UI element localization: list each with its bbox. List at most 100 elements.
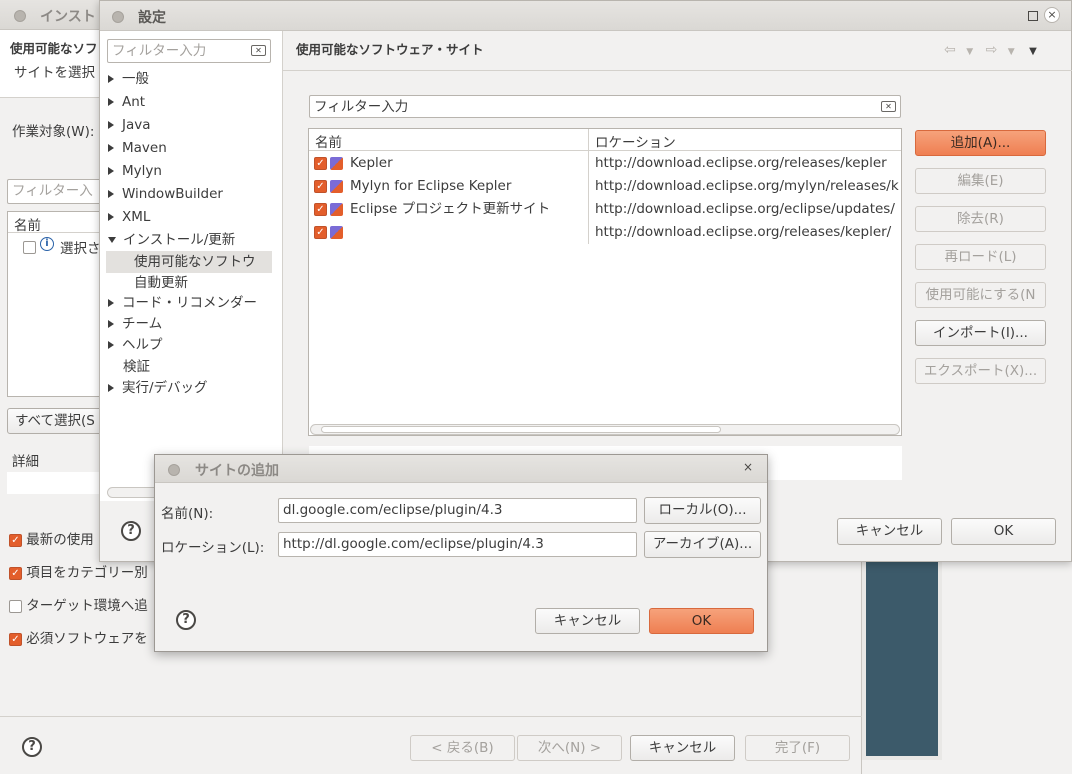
add-site-cancel-button[interactable]: キャンセル	[535, 608, 640, 634]
expand-arrow-icon[interactable]	[108, 121, 114, 129]
tree-item-code-recommenders[interactable]: コード・リコメンダー	[108, 292, 257, 314]
table-row[interactable]: ✓ http://download.eclipse.org/releases/k…	[310, 221, 900, 244]
option-row[interactable]: ✓ 項目をカテゴリー別	[9, 561, 148, 581]
install-filter-input[interactable]: フィルター入	[7, 179, 107, 204]
install-heading: 使用可能なソフ	[10, 41, 98, 56]
settings-page-title: 使用可能なソフトウェア・サイト	[296, 42, 484, 57]
expand-arrow-icon[interactable]	[108, 320, 114, 328]
site-name-input[interactable]: dl.google.com/eclipse/plugin/4.3	[278, 498, 637, 523]
settings-help-icon[interactable]: ?	[121, 521, 141, 541]
tree-item-run-debug[interactable]: 実行/デバッグ	[108, 377, 208, 399]
tree-item-available-software[interactable]: 使用可能なソフトウ	[106, 251, 272, 273]
tree-item-general[interactable]: 一般	[108, 68, 149, 90]
back-arrow-icon[interactable]: ⇦	[944, 42, 956, 58]
option-row[interactable]: ✓ ターゲット環境へ追	[9, 594, 148, 614]
remove-site-button[interactable]: 除去(R)	[915, 206, 1046, 232]
tree-item-xml[interactable]: XML	[108, 206, 150, 228]
add-site-button[interactable]: 追加(A)...	[915, 130, 1046, 156]
settings-close-dot-icon[interactable]	[112, 9, 124, 25]
details-label: 詳細	[12, 454, 39, 470]
table-row[interactable]: ✓ Eclipse プロジェクト更新サイト http://download.ec…	[310, 198, 900, 221]
tree-item-windowbuilder[interactable]: WindowBuilder	[108, 183, 223, 205]
add-site-title: サイトの追加	[195, 463, 279, 479]
finish-button[interactable]: 完了(F)	[745, 735, 850, 761]
expand-arrow-icon[interactable]	[108, 384, 114, 392]
site-enabled-checkbox[interactable]: ✓	[314, 179, 327, 193]
close-icon[interactable]: ×	[1044, 7, 1060, 23]
update-site-icon	[330, 225, 343, 239]
name-label: 名前(N):	[161, 506, 214, 522]
clear-filter-icon[interactable]: ✕	[251, 45, 266, 56]
expand-arrow-icon[interactable]	[108, 299, 114, 307]
expand-arrow-icon[interactable]	[108, 144, 114, 152]
tree-item-mylyn[interactable]: Mylyn	[108, 160, 162, 182]
local-button[interactable]: ローカル(O)...	[644, 497, 761, 524]
install-subheading: サイトを選択	[14, 65, 95, 81]
dialog-close-icon[interactable]: ×	[743, 460, 753, 474]
back-button[interactable]: < 戻る(B)	[410, 735, 515, 761]
install-cancel-button[interactable]: キャンセル	[630, 735, 735, 761]
table-horizontal-scrollbar[interactable]	[310, 424, 900, 435]
next-button[interactable]: 次へ(N) >	[517, 735, 622, 761]
export-button[interactable]: エクスポート(X)...	[915, 358, 1046, 384]
forward-arrow-icon[interactable]: ⇨	[986, 42, 998, 58]
nav-history-toolbar: ⇦ ▼ ⇨ ▼ ▼	[944, 42, 1037, 58]
tree-item-team[interactable]: チーム	[108, 313, 162, 335]
expand-arrow-icon[interactable]	[108, 341, 114, 349]
option-checkbox[interactable]: ✓	[9, 599, 22, 613]
tree-item-install-update[interactable]: インストール/更新	[108, 229, 235, 251]
maximize-icon[interactable]	[1028, 11, 1038, 21]
table-row[interactable]: ✓ Kepler http://download.eclipse.org/rel…	[310, 152, 900, 175]
expand-arrow-icon[interactable]	[108, 167, 114, 175]
archive-button[interactable]: アーカイブ(A)...	[644, 531, 761, 558]
install-row-checkbox[interactable]	[23, 239, 36, 255]
dropdown-icon[interactable]: ▼	[966, 47, 973, 57]
reload-site-button[interactable]: 再ロード(L)	[915, 244, 1046, 270]
settings-title: 設定	[138, 10, 166, 26]
expand-arrow-icon[interactable]	[108, 190, 114, 198]
scrollbar-thumb[interactable]	[321, 426, 721, 433]
settings-cancel-button[interactable]: キャンセル	[837, 518, 942, 545]
option-row[interactable]: ✓ 最新の使用	[9, 528, 94, 548]
edit-site-button[interactable]: 編集(E)	[915, 168, 1046, 194]
collapse-arrow-icon[interactable]	[108, 237, 116, 243]
settings-filter-input[interactable]: フィルター入力 ✕	[107, 39, 271, 63]
option-checkbox[interactable]: ✓	[9, 632, 22, 646]
settings-ok-button[interactable]: OK	[951, 518, 1056, 545]
select-all-button[interactable]: すべて選択(S	[7, 408, 107, 434]
option-checkbox[interactable]: ✓	[9, 533, 22, 547]
update-site-icon	[330, 156, 343, 170]
site-filter-input[interactable]: フィルター入力 ✕	[309, 95, 901, 118]
site-location-input[interactable]: http://dl.google.com/eclipse/plugin/4.3	[278, 532, 637, 557]
expand-arrow-icon[interactable]	[108, 213, 114, 221]
site-enabled-checkbox[interactable]: ✓	[314, 156, 327, 170]
option-row[interactable]: ✓ 必須ソフトウェアを	[9, 627, 148, 647]
add-site-ok-button[interactable]: OK	[649, 608, 754, 634]
tree-item-validation[interactable]: 検証	[123, 356, 150, 378]
add-site-help-icon[interactable]: ?	[176, 610, 196, 630]
tree-item-maven[interactable]: Maven	[108, 137, 167, 159]
view-menu-icon[interactable]: ▼	[1029, 46, 1037, 57]
col-header-name[interactable]: 名前	[315, 131, 342, 151]
tree-item-help[interactable]: ヘルプ	[108, 334, 163, 356]
option-checkbox[interactable]: ✓	[9, 566, 22, 580]
site-enabled-checkbox[interactable]: ✓	[314, 202, 327, 216]
location-label: ロケーション(L):	[161, 540, 265, 556]
tree-item-auto-update[interactable]: 自動更新	[134, 272, 188, 294]
tree-item-java[interactable]: Java	[108, 114, 151, 136]
expand-arrow-icon[interactable]	[108, 98, 114, 106]
col-header-location[interactable]: ロケーション	[595, 131, 676, 151]
install-help-icon[interactable]: ?	[22, 737, 42, 757]
install-col-name: 名前	[14, 218, 41, 234]
enable-site-button[interactable]: 使用可能にする(N	[915, 282, 1046, 308]
expand-arrow-icon[interactable]	[108, 75, 114, 83]
tree-item-ant[interactable]: Ant	[108, 91, 145, 113]
site-enabled-checkbox[interactable]: ✓	[314, 225, 327, 239]
dropdown-icon[interactable]: ▼	[1008, 47, 1015, 57]
import-button[interactable]: インポート(I)...	[915, 320, 1046, 346]
table-row[interactable]: ✓ Mylyn for Eclipse Kepler http://downlo…	[310, 175, 900, 198]
update-site-icon	[330, 202, 343, 216]
window-close-dot-icon[interactable]	[14, 8, 26, 24]
dialog-close-dot-icon[interactable]	[168, 462, 180, 478]
clear-filter-icon[interactable]: ✕	[881, 101, 896, 112]
